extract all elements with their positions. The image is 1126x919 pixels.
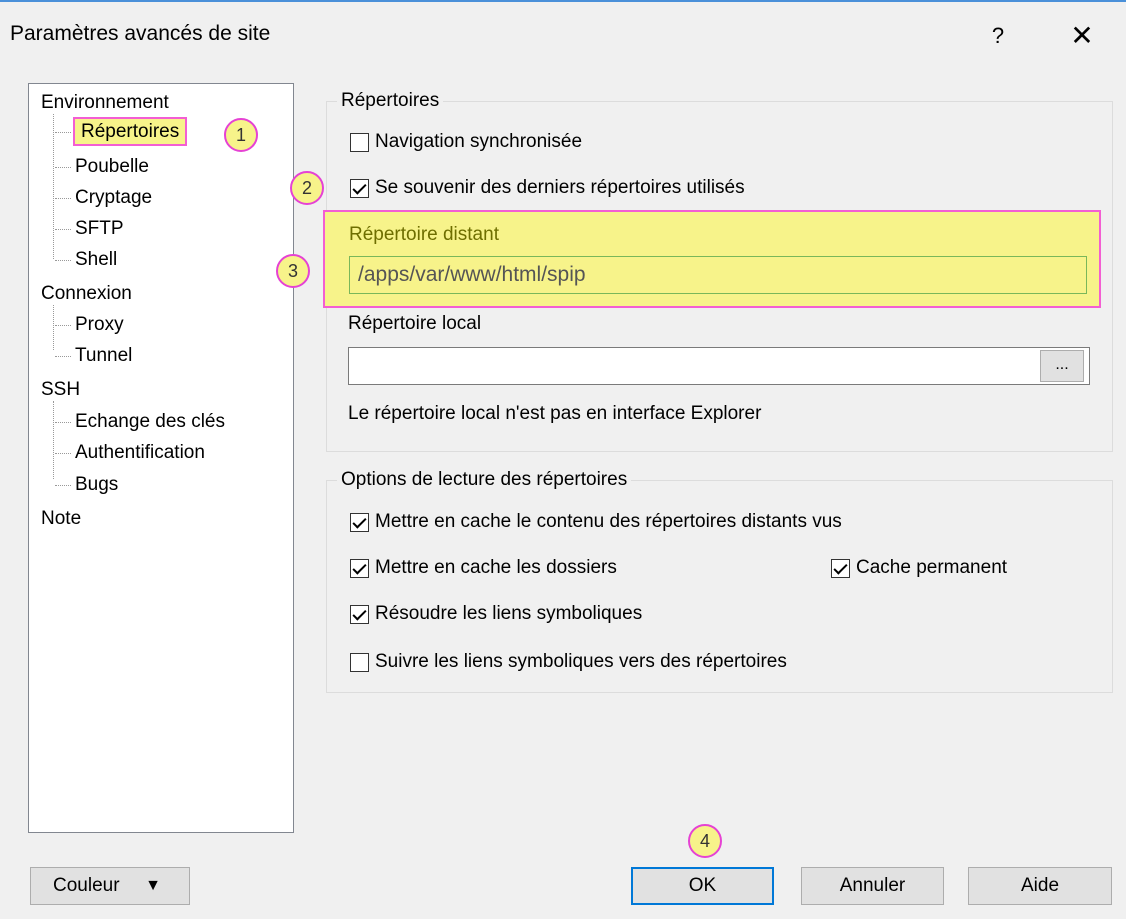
window-title: Paramètres avancés de site bbox=[10, 22, 271, 45]
tree-connector bbox=[53, 401, 54, 479]
help-icon[interactable]: ? bbox=[978, 16, 1018, 56]
local-directory-input[interactable] bbox=[348, 347, 1090, 385]
sync-navigation-checkbox[interactable]: Navigation synchronisée bbox=[350, 131, 582, 153]
cancel-button[interactable]: Annuler bbox=[801, 867, 944, 905]
annotation-marker-1: 1 bbox=[224, 118, 258, 152]
checkbox-box bbox=[350, 604, 369, 624]
tree-item-connexion[interactable]: Connexion bbox=[41, 283, 132, 305]
tree-item-bugs[interactable]: Bugs bbox=[55, 474, 118, 496]
checkbox-box bbox=[350, 652, 369, 672]
remote-directory-label: Répertoire distant bbox=[349, 224, 499, 245]
tree-item-poubelle[interactable]: Poubelle bbox=[55, 156, 149, 178]
tree-item-authentification[interactable]: Authentification bbox=[55, 442, 205, 464]
tree-item-cryptage[interactable]: Cryptage bbox=[55, 187, 152, 209]
remote-directory-highlight: Répertoire distant /apps/var/www/html/sp… bbox=[323, 210, 1101, 308]
ok-button[interactable]: OK bbox=[631, 867, 774, 905]
chevron-down-icon: ▼ bbox=[145, 877, 161, 894]
checkbox-box bbox=[350, 558, 369, 578]
tree-item-ssh[interactable]: SSH bbox=[41, 379, 80, 401]
annotation-marker-4: 4 bbox=[688, 824, 722, 858]
help-button[interactable]: Aide bbox=[968, 867, 1112, 905]
resolve-symlinks-checkbox[interactable]: Résoudre les liens symboliques bbox=[350, 603, 642, 625]
local-directory-info: Le répertoire local n'est pas en interfa… bbox=[348, 403, 762, 424]
tree-item-echange-cles[interactable]: Echange des clés bbox=[55, 411, 225, 433]
tree-item-proxy[interactable]: Proxy bbox=[55, 314, 124, 336]
color-button[interactable]: Couleur ▼ bbox=[30, 867, 190, 905]
annotation-marker-2: 2 bbox=[290, 171, 324, 205]
tree-item-label: Répertoires bbox=[72, 117, 188, 146]
checkbox-box bbox=[831, 558, 850, 578]
tree-item-repertoires[interactable]: Répertoires bbox=[55, 117, 188, 146]
cache-content-checkbox[interactable]: Mettre en cache le contenu des répertoir… bbox=[350, 511, 842, 533]
browse-button[interactable]: ... bbox=[1040, 350, 1084, 382]
tree-connector bbox=[53, 114, 54, 259]
tree-item-sftp[interactable]: SFTP bbox=[55, 218, 124, 240]
read-options-group-label: Options de lecture des répertoires bbox=[337, 469, 632, 491]
checkbox-box bbox=[350, 132, 369, 152]
remote-directory-input[interactable]: /apps/var/www/html/spip bbox=[349, 256, 1087, 294]
close-icon[interactable]: ✕ bbox=[1060, 16, 1104, 56]
checkbox-box bbox=[350, 512, 369, 532]
cache-folders-checkbox[interactable]: Mettre en cache les dossiers bbox=[350, 557, 617, 579]
tree-connector bbox=[53, 305, 54, 350]
local-directory-label: Répertoire local bbox=[348, 313, 482, 334]
annotation-marker-3: 3 bbox=[276, 254, 310, 288]
directories-group-label: Répertoires bbox=[337, 90, 444, 112]
remember-directories-checkbox[interactable]: Se souvenir des derniers répertoires uti… bbox=[350, 177, 745, 199]
tree-item-environnement[interactable]: Environnement bbox=[41, 92, 169, 114]
tree-item-note[interactable]: Note bbox=[41, 508, 81, 530]
permanent-cache-checkbox[interactable]: Cache permanent bbox=[831, 557, 1007, 579]
follow-symlinks-checkbox[interactable]: Suivre les liens symboliques vers des ré… bbox=[350, 651, 787, 673]
window-top-border bbox=[0, 0, 1126, 2]
settings-tree[interactable]: Environnement Répertoires Poubelle Crypt… bbox=[28, 83, 294, 833]
checkbox-box bbox=[350, 178, 369, 198]
tree-item-tunnel[interactable]: Tunnel bbox=[55, 345, 132, 367]
tree-item-shell[interactable]: Shell bbox=[55, 249, 117, 271]
